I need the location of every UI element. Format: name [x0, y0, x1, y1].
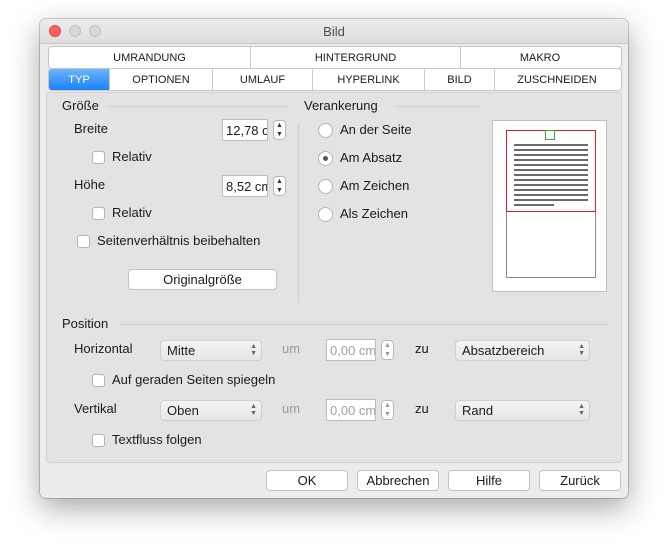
tab-zuschneiden[interactable]: Zuschneiden [495, 69, 619, 90]
anchor-char-radio[interactable] [318, 179, 333, 194]
anchor-heading-divider [394, 106, 480, 107]
tab-hyperlink[interactable]: Hyperlink [313, 69, 425, 90]
height-stepper-icon[interactable]: ▲ ▼ [273, 176, 286, 196]
position-heading-divider [120, 324, 608, 325]
anchor-paragraph-label: Am Absatz [340, 150, 403, 165]
width-relative-checkbox[interactable] [92, 151, 105, 164]
size-heading-divider [106, 106, 288, 107]
position-preview [492, 120, 607, 292]
vertical-select[interactable]: Oben ▲ ▼ [160, 400, 262, 421]
anchor-as-char-radio[interactable] [318, 207, 333, 222]
ok-button[interactable]: OK [266, 470, 348, 491]
anchor-page-label: An der Seite [340, 122, 412, 137]
title-bar: Bild [40, 19, 628, 44]
vertical-select-value: Oben [167, 403, 199, 418]
dialog-window: Bild Umrandung Hintergrund Makro Typ Opt… [40, 19, 628, 498]
vertical-by-label: um [282, 401, 301, 416]
chevron-updown-icon: ▲ ▼ [578, 403, 585, 417]
position-heading: Position [62, 316, 109, 331]
tab-typ[interactable]: Typ [49, 69, 110, 90]
tab-row-top: Umrandung Hintergrund Makro [48, 46, 622, 69]
horizontal-select[interactable]: Mitte ▲ ▼ [160, 340, 262, 361]
size-heading: Größe [62, 98, 99, 113]
height-label: Höhe [74, 177, 106, 192]
height-relative-checkbox[interactable] [92, 207, 105, 220]
tab-bild[interactable]: Bild [425, 69, 495, 90]
follow-text-checkbox[interactable] [92, 434, 105, 447]
vertical-offset-stepper-icon[interactable]: ▲ ▼ [381, 400, 394, 420]
mirror-label: Auf geraden Seiten spiegeln [112, 372, 276, 387]
width-stepper-icon[interactable]: ▲ ▼ [273, 120, 286, 140]
tab-hintergrund[interactable]: Hintergrund [251, 47, 461, 68]
width-relative-label: Relativ [112, 149, 152, 164]
anchor-as-char-label: Als Zeichen [340, 206, 408, 221]
tab-umlauf[interactable]: Umlauf [213, 69, 313, 90]
vertical-to-select-value: Rand [462, 403, 494, 418]
vertical-to-label: zu [415, 401, 429, 416]
anchor-paragraph-radio[interactable] [318, 151, 333, 166]
horizontal-to-label: zu [415, 341, 429, 356]
preview-anchor-frame [506, 130, 596, 212]
tab-umrandung[interactable]: Umrandung [49, 47, 251, 68]
chevron-updown-icon: ▲ ▼ [578, 343, 585, 357]
cancel-button[interactable]: Abbrechen [357, 470, 439, 491]
chevron-updown-icon: ▲ ▼ [250, 403, 257, 417]
anchor-heading: Verankerung [304, 98, 378, 113]
preview-image-handle [545, 130, 555, 140]
original-size-button[interactable]: Originalgröße [128, 269, 277, 290]
anchor-char-label: Am Zeichen [340, 178, 410, 193]
width-input[interactable]: 12,78 cm [222, 119, 268, 141]
anchor-page-radio[interactable] [318, 123, 333, 138]
horizontal-offset-input[interactable]: 0,00 cm [326, 339, 376, 361]
keep-ratio-checkbox[interactable] [77, 235, 90, 248]
width-spinbox: 12,78 cm ▲▼ [222, 119, 287, 141]
chevron-updown-icon: ▲ ▼ [250, 343, 257, 357]
horizontal-to-select[interactable]: Absatzbereich ▲ ▼ [455, 340, 590, 361]
vertical-offset-spinbox: 0,00 cm ▲ ▼ [326, 399, 394, 421]
preview-page [506, 130, 596, 278]
horizontal-by-label: um [282, 341, 301, 356]
tab-optionen[interactable]: Optionen [110, 69, 213, 90]
tab-makro[interactable]: Makro [461, 47, 619, 68]
mirror-checkbox[interactable] [92, 374, 105, 387]
height-spinbox: 8,52 cm ▲ ▼ [222, 175, 287, 197]
column-divider [298, 123, 299, 303]
horizontal-label: Horizontal [74, 341, 133, 356]
horizontal-select-value: Mitte [167, 343, 196, 358]
horizontal-to-select-value: Absatzbereich [462, 343, 545, 358]
follow-text-label: Textfluss folgen [112, 432, 202, 447]
window-title: Bild [323, 24, 345, 39]
height-relative-label: Relativ [112, 205, 152, 220]
height-input[interactable]: 8,52 cm [222, 175, 268, 197]
vertical-label: Vertikal [74, 401, 117, 416]
help-button[interactable]: Hilfe [448, 470, 530, 491]
reset-button[interactable]: Zurück [539, 470, 621, 491]
width-label: Breite [74, 121, 108, 136]
horizontal-offset-spinbox: 0,00 cm ▲ ▼ [326, 339, 394, 361]
tab-row-bottom: Typ Optionen Umlauf Hyperlink Bild Zusch… [48, 68, 622, 91]
vertical-to-select[interactable]: Rand ▲ ▼ [455, 400, 590, 421]
keep-ratio-label: Seitenverhältnis beibehalten [97, 233, 261, 248]
horizontal-offset-stepper-icon[interactable]: ▲ ▼ [381, 340, 394, 360]
vertical-offset-input[interactable]: 0,00 cm [326, 399, 376, 421]
